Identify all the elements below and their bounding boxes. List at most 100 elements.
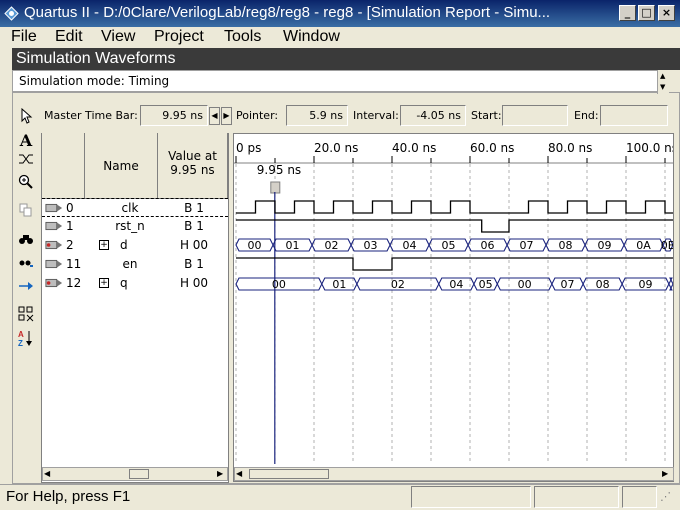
master-time-bar-field[interactable]: 9.95 ns — [140, 105, 208, 126]
cursor-time-label: 9.95 ns — [257, 163, 301, 177]
minimize-button[interactable]: _ — [619, 5, 636, 21]
bus-value-label: 06 — [481, 239, 495, 252]
signal-value: B 1 — [184, 219, 204, 233]
svg-text:Z: Z — [18, 339, 23, 347]
wave-scroll-left-icon[interactable]: ◀ — [236, 469, 242, 478]
bus-value-label: 00 — [518, 278, 532, 291]
scroll-thumb[interactable] — [129, 469, 149, 479]
signal-row[interactable]: 2 + d H 00 — [42, 236, 228, 255]
en-waveform — [236, 257, 673, 271]
menu-project[interactable]: Project — [154, 27, 204, 46]
scroll-left-icon[interactable]: ◀ — [44, 469, 50, 478]
signal-name: en — [122, 257, 138, 271]
bus-value-label: 09 — [639, 278, 653, 291]
signal-row[interactable]: 11 en B 1 — [42, 255, 228, 274]
scroll-down-icon[interactable]: ▼ — [660, 83, 665, 91]
start-field — [502, 105, 568, 126]
sort-az-icon[interactable]: AZ — [15, 329, 37, 349]
menu-tools[interactable]: Tools — [224, 27, 261, 46]
status-pane-2 — [534, 486, 619, 508]
text-tool-icon[interactable]: A — [15, 131, 37, 151]
copy-icon[interactable] — [15, 203, 37, 223]
time-bar-left-arrow-icon[interactable]: ◀ — [209, 107, 220, 125]
menu-edit[interactable]: Edit — [55, 27, 83, 46]
time-bar-right-arrow-icon[interactable]: ▶ — [221, 107, 232, 125]
selection-tool-icon[interactable] — [15, 107, 37, 128]
bus-value-label: 02 — [391, 278, 405, 291]
close-button[interactable]: × — [658, 5, 675, 21]
menu-bar: File Edit View Project Tools Window — [0, 27, 680, 48]
maximize-button[interactable]: □ — [638, 5, 655, 21]
signal-value: H 00 — [179, 276, 209, 290]
rst-n-waveform — [236, 219, 673, 233]
input-pin-icon — [45, 221, 63, 231]
value-header-line2: 9.95 ns — [170, 163, 215, 177]
bus-value-label: 08 — [559, 239, 573, 252]
cursor-handle — [270, 181, 281, 194]
bus-value-label: 07 — [520, 239, 534, 252]
start-label: Start: — [471, 109, 502, 122]
pointer-label: Pointer: — [236, 109, 279, 122]
name-panel-hscrollbar[interactable]: ◀ ▶ — [42, 467, 228, 481]
ruler-tick-label: 0 ps — [236, 141, 261, 155]
panel-title: Simulation Waveforms — [12, 48, 680, 70]
scroll-up-icon[interactable]: ▲ — [660, 72, 665, 80]
value-column-header[interactable]: Value at 9.95 ns — [158, 133, 228, 199]
mode-scrollbar[interactable]: ▲ ▼ — [657, 70, 669, 94]
input-pin-icon — [45, 203, 63, 213]
clk-waveform — [236, 200, 673, 214]
signal-row[interactable]: 0 clk B 1 — [42, 198, 228, 217]
signal-index: 11 — [66, 257, 82, 271]
bus-value-label: 01 — [286, 239, 300, 252]
ruler-tick-label: 80.0 ns — [548, 141, 592, 155]
status-pane-1 — [411, 486, 531, 508]
simulation-mode-text: Simulation mode: Timing — [12, 70, 667, 92]
signal-row[interactable]: 12 + q H 00 — [42, 274, 228, 293]
quartus-app-icon — [4, 6, 19, 21]
bus-value-label: 0B — [661, 239, 673, 252]
wave-scroll-thumb[interactable] — [249, 469, 329, 479]
output-pin-icon — [45, 240, 63, 250]
bus-value-label: 09 — [598, 239, 612, 252]
value-header-line1: Value at — [168, 149, 217, 163]
name-column-header[interactable]: Name — [85, 133, 158, 199]
pointer-field: 5.9 ns — [286, 105, 348, 126]
bus-value-label: 05 — [479, 278, 493, 291]
signal-index: 0 — [66, 201, 74, 215]
scroll-right-icon[interactable]: ▶ — [217, 469, 223, 478]
signal-index: 12 — [66, 276, 82, 290]
input-pin-icon — [45, 259, 63, 269]
interval-field: -4.05 ns — [400, 105, 466, 126]
interval-label: Interval: — [353, 109, 399, 122]
title-bar[interactable]: Quartus II - D:/0Clare/VerilogLab/reg8/r… — [0, 0, 680, 27]
find-replace-icon[interactable] — [15, 254, 37, 274]
resize-grip-icon[interactable]: ⋰ — [660, 490, 678, 508]
output-pin-icon — [45, 278, 63, 288]
group-tool-icon[interactable] — [15, 306, 37, 326]
window-title: Quartus II - D:/0Clare/VerilogLab/reg8/r… — [24, 4, 551, 21]
bus-value-label: 02 — [325, 239, 339, 252]
zoom-tool-icon[interactable] — [15, 174, 37, 194]
menu-window[interactable]: Window — [283, 27, 340, 46]
expand-toggle[interactable]: + — [99, 240, 109, 250]
menu-view[interactable]: View — [101, 27, 135, 46]
signal-value: B 1 — [184, 257, 204, 271]
goto-arrow-icon[interactable] — [15, 277, 37, 297]
bus-value-label: 08 — [596, 278, 610, 291]
waveform-editing-tool-icon[interactable] — [15, 152, 37, 172]
bus-value-label: 05 — [442, 239, 456, 252]
signal-row[interactable]: 1 rst_n B 1 — [42, 217, 228, 236]
wave-scroll-right-icon[interactable]: ▶ — [662, 469, 668, 478]
expand-toggle[interactable]: + — [99, 278, 109, 288]
waveform-hscrollbar[interactable]: ◀ ▶ — [234, 467, 674, 481]
signal-index: 1 — [66, 219, 74, 233]
bus-segment — [668, 277, 673, 291]
waveform-canvas[interactable]: 0 ps 20.0 ns 40.0 ns 60.0 ns 80.0 ns 100.0 ns… — [234, 134, 673, 464]
ruler-tick-label: 60.0 ns — [470, 141, 514, 155]
signal-value: B 1 — [184, 201, 204, 215]
bus-value-label: 00 — [248, 239, 262, 252]
signal-index: 2 — [66, 238, 74, 252]
find-icon[interactable] — [15, 231, 37, 251]
menu-file[interactable]: File — [11, 27, 37, 46]
bus-value-label: 0A — [636, 239, 651, 252]
